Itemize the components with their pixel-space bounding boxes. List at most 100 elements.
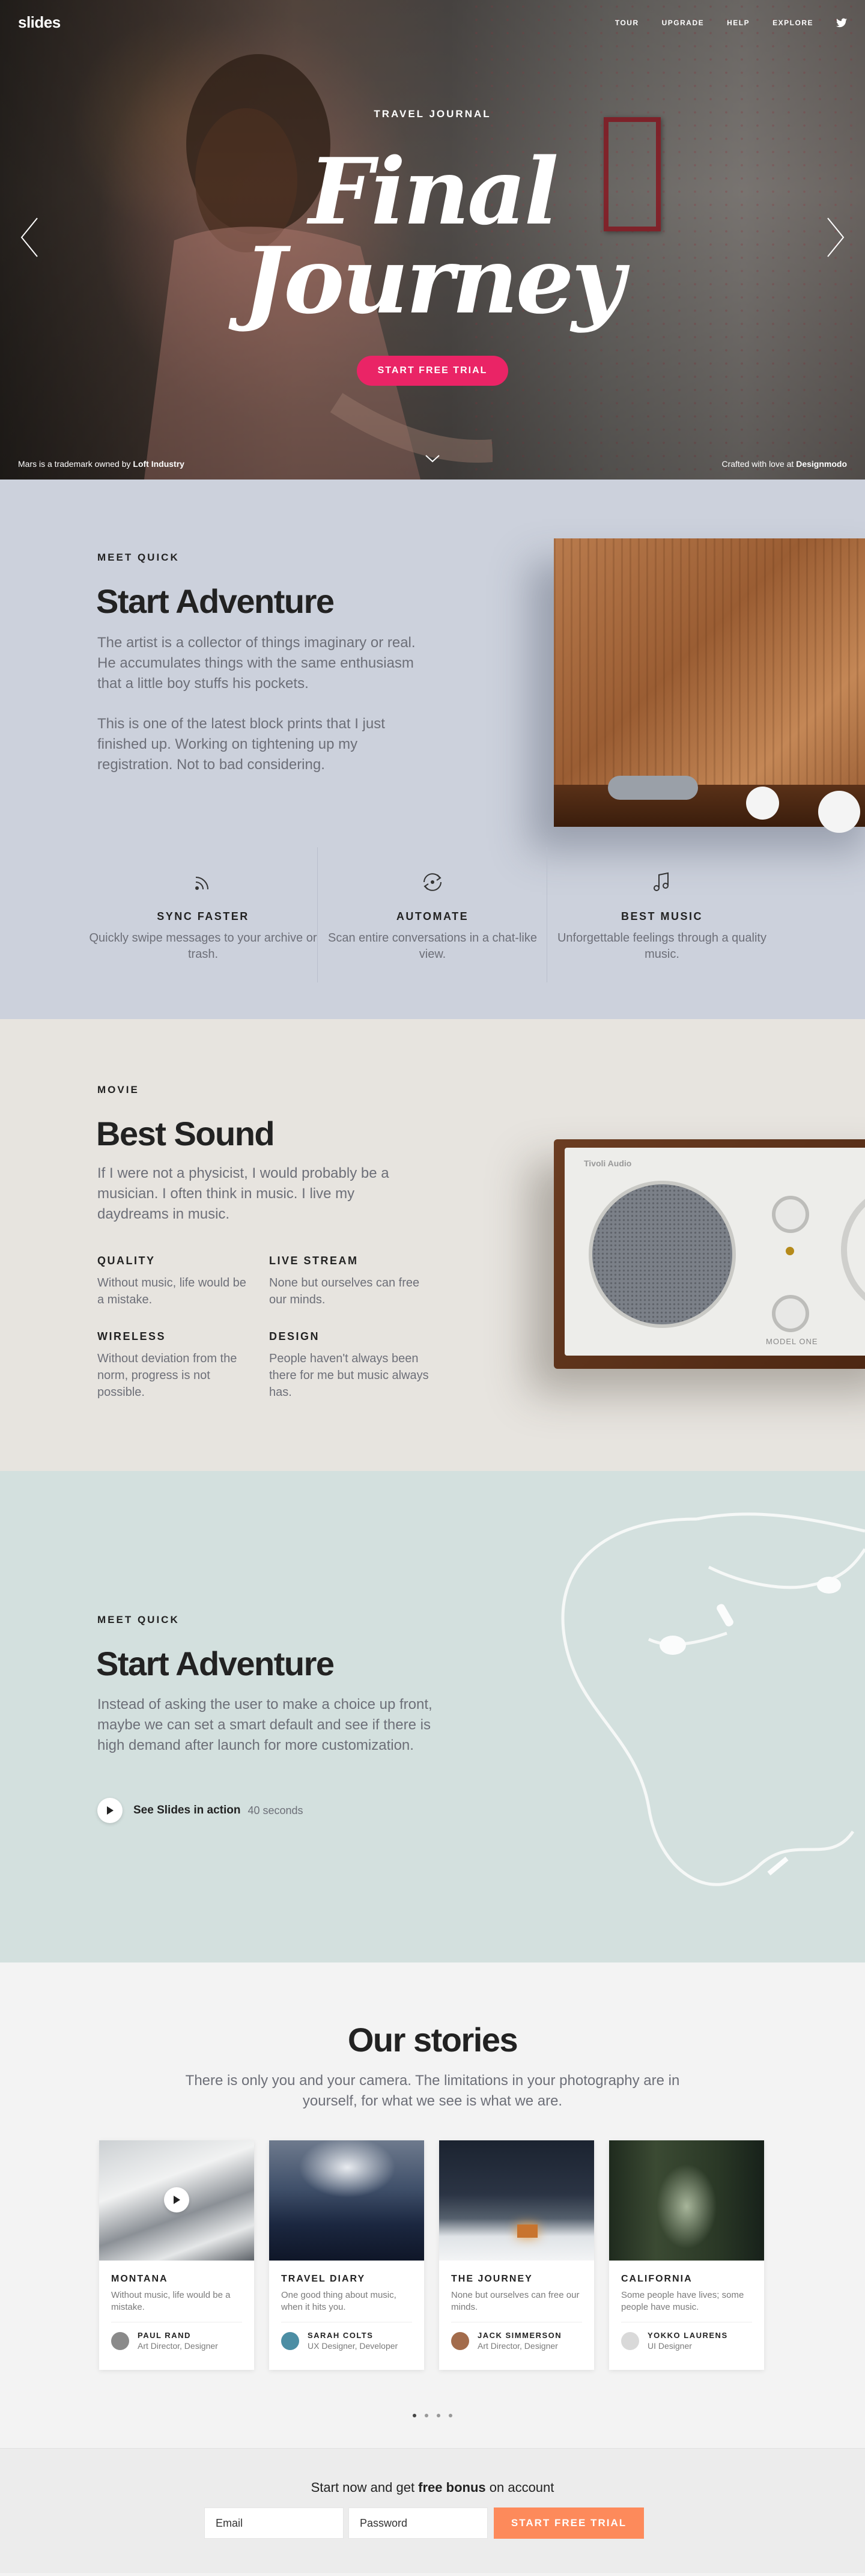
play-icon[interactable] xyxy=(164,2187,189,2212)
scroll-down-chevron-icon[interactable] xyxy=(424,454,441,463)
avatar xyxy=(281,2331,299,2350)
section-title: Start Adventure xyxy=(96,582,335,620)
designmodo-link[interactable]: Designmodo xyxy=(796,459,847,469)
item-text: None but ourselves can free our minds. xyxy=(269,1276,420,1306)
radio-knob xyxy=(772,1295,809,1332)
signup-text: Start now and get free bonus on account xyxy=(311,2480,554,2495)
pagination-dot[interactable] xyxy=(425,2414,428,2417)
feature-text: Scan entire conversations in a chat-like… xyxy=(328,931,537,961)
pagination-dot-active[interactable] xyxy=(413,2414,416,2417)
hero-footer-right: Crafted with love at Designmodo xyxy=(721,459,847,469)
free-bonus-text: free bonus xyxy=(418,2480,486,2495)
feature-best-music: BEST MUSIC Unforgettable feelings throug… xyxy=(548,870,776,963)
author: PAUL RAND Art Director, Designer xyxy=(111,2331,254,2351)
story-image-montana xyxy=(99,2140,254,2261)
speaker-grill xyxy=(608,776,698,800)
signup-cta-button[interactable]: START FREE TRIAL xyxy=(494,2507,644,2539)
author-name: SARAH COLTS xyxy=(308,2331,374,2340)
item-title: WIRELESS xyxy=(97,1330,166,1342)
feature-sync-faster: SYNC FASTER Quickly swipe messages to yo… xyxy=(89,870,317,963)
section-paragraph: Instead of asking the user to make a cho… xyxy=(97,1696,432,1753)
feature-text: Quickly swipe messages to your archive o… xyxy=(89,931,317,961)
item-title: DESIGN xyxy=(269,1330,320,1342)
wooden-speaker-image xyxy=(554,538,865,833)
nav-upgrade[interactable]: UPGRADE xyxy=(662,19,705,27)
speaker-knob xyxy=(746,787,779,820)
story-text: None but ourselves can free our minds. xyxy=(451,2290,580,2312)
radio-brand: Tivoli Audio xyxy=(584,1159,632,1168)
stories-subtitle: There is only you and your camera. The l… xyxy=(185,2072,680,2109)
eyebrow: MEET QUICK xyxy=(97,1614,180,1625)
radio-speaker xyxy=(589,1181,736,1328)
rss-icon xyxy=(195,877,208,890)
author: JACK SIMMERSON Art Director, Designer xyxy=(451,2331,594,2351)
eyebrow: MEET QUICK xyxy=(97,552,180,563)
radio-model: MODEL ONE xyxy=(766,1337,818,1346)
crafted-text: Crafted with love at xyxy=(721,459,797,469)
nav-help[interactable]: HELP xyxy=(727,19,750,27)
video-link-label[interactable]: See Slides in action xyxy=(133,1804,240,1817)
story-text: One good thing about music, when it hits… xyxy=(281,2290,396,2312)
section-paragraph: If I were not a physicist, I would proba… xyxy=(97,1165,389,1222)
sync-icon xyxy=(423,873,442,891)
stories-title: Our stories xyxy=(347,2021,518,2059)
avatar xyxy=(451,2331,469,2350)
pagination-dot[interactable] xyxy=(449,2414,452,2417)
meet-quick-section: MEET QUICK Start Adventure The artist is… xyxy=(0,480,865,1019)
password-field[interactable]: Password xyxy=(348,2507,488,2539)
avatar xyxy=(621,2331,639,2350)
author-role: Art Director, Designer xyxy=(478,2341,558,2351)
trademark-owner-link[interactable]: Loft Industry xyxy=(133,459,184,469)
story-card[interactable]: TRAVEL DIARY One good thing about music,… xyxy=(269,2140,424,2370)
speaker-knob xyxy=(818,791,860,833)
story-title: CALIFORNIA xyxy=(621,2274,693,2284)
author-name: JACK SIMMERSON xyxy=(478,2331,562,2340)
play-icon[interactable] xyxy=(97,1798,123,1823)
logo[interactable]: slides xyxy=(18,13,61,32)
avatar xyxy=(111,2331,129,2350)
story-image-travel-diary xyxy=(269,2140,424,2261)
prev-slide-arrow-icon[interactable] xyxy=(18,213,42,261)
email-field[interactable]: Email xyxy=(204,2507,344,2539)
author-role: UI Designer xyxy=(648,2341,692,2351)
nav-explore[interactable]: EXPLORE xyxy=(772,19,813,27)
video-link[interactable]: See Slides in action 40 seconds xyxy=(97,1798,303,1823)
author: YOKKO LAURENS UI Designer xyxy=(621,2331,764,2351)
movie-item-design: DESIGN People haven't always been there … xyxy=(269,1330,431,1401)
movie-item-quality: QUALITY Without music, life would be a m… xyxy=(97,1255,247,1308)
story-title: THE JOURNEY xyxy=(451,2274,533,2284)
twitter-icon[interactable] xyxy=(836,18,847,28)
music-note-icon xyxy=(654,872,669,891)
eyebrow: MOVIE xyxy=(97,1084,139,1095)
hero-title: Final Journey xyxy=(0,146,865,326)
pagination-dot[interactable] xyxy=(437,2414,440,2417)
feature-title: AUTOMATE xyxy=(396,910,469,922)
radio-image: Tivoli Audio MODEL ONE xyxy=(554,1139,865,1369)
story-card[interactable]: THE JOURNEY None but ourselves can free … xyxy=(439,2140,594,2370)
story-image-california xyxy=(609,2140,764,2261)
item-title: LIVE STREAM xyxy=(269,1255,359,1267)
feature-automate: AUTOMATE Scan entire conversations in a … xyxy=(318,870,547,963)
story-card[interactable]: CALIFORNIA Some people have lives; some … xyxy=(609,2140,764,2370)
item-text: People haven't always been there for me … xyxy=(269,1352,429,1399)
story-image-the-journey xyxy=(439,2140,594,2261)
earphones-image xyxy=(561,1512,865,1886)
story-card[interactable]: MONTANA Without music, life would be a m… xyxy=(99,2140,254,2370)
item-title: QUALITY xyxy=(97,1255,156,1267)
section-title: Best Sound xyxy=(96,1115,275,1153)
section-paragraph-2: This is one of the latest block prints t… xyxy=(97,716,385,773)
video-duration: 40 seconds xyxy=(247,1804,303,1816)
stories-section: Our stories There is only you and your c… xyxy=(0,1962,865,2448)
item-text: Without music, life would be a mistake. xyxy=(97,1276,246,1306)
nav-tour[interactable]: TOUR xyxy=(615,19,639,27)
author-role: UX Designer, Developer xyxy=(308,2341,398,2351)
radio-indicator xyxy=(786,1247,794,1255)
hero-cta-button[interactable]: START FREE TRIAL xyxy=(357,356,508,386)
author: SARAH COLTS UX Designer, Developer xyxy=(281,2331,424,2351)
main-nav: TOUR UPGRADE HELP EXPLORE xyxy=(615,18,847,28)
signup-section: Start now and get free bonus on account … xyxy=(0,2448,865,2573)
hero-footer-left: Mars is a trademark owned by Loft Indust… xyxy=(18,459,184,469)
video-section: MEET QUICK Start Adventure Instead of as… xyxy=(0,1471,865,1962)
hero-title-line2: Journey xyxy=(243,227,624,334)
next-slide-arrow-icon[interactable] xyxy=(823,213,847,261)
